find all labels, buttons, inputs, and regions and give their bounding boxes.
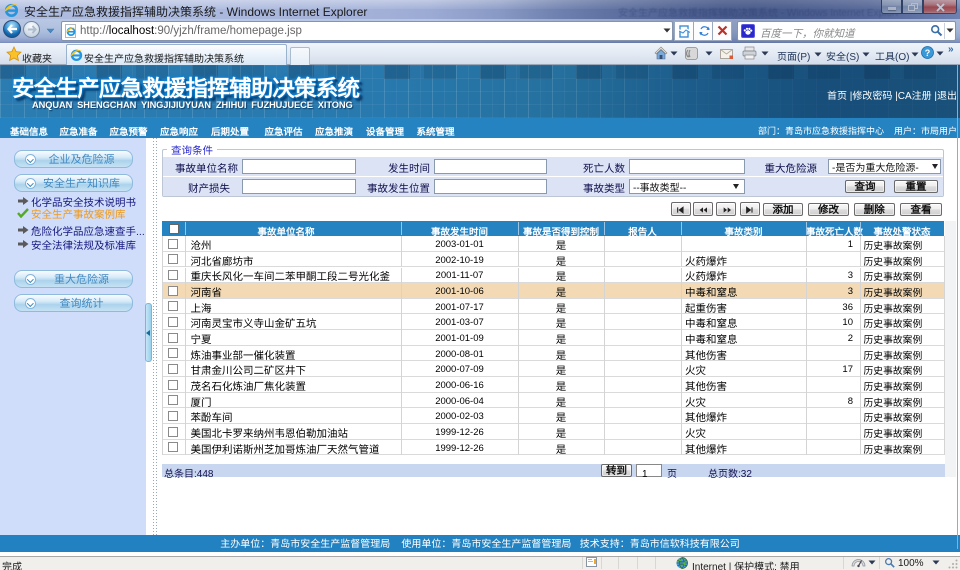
svg-text:?: ? — [925, 48, 931, 58]
